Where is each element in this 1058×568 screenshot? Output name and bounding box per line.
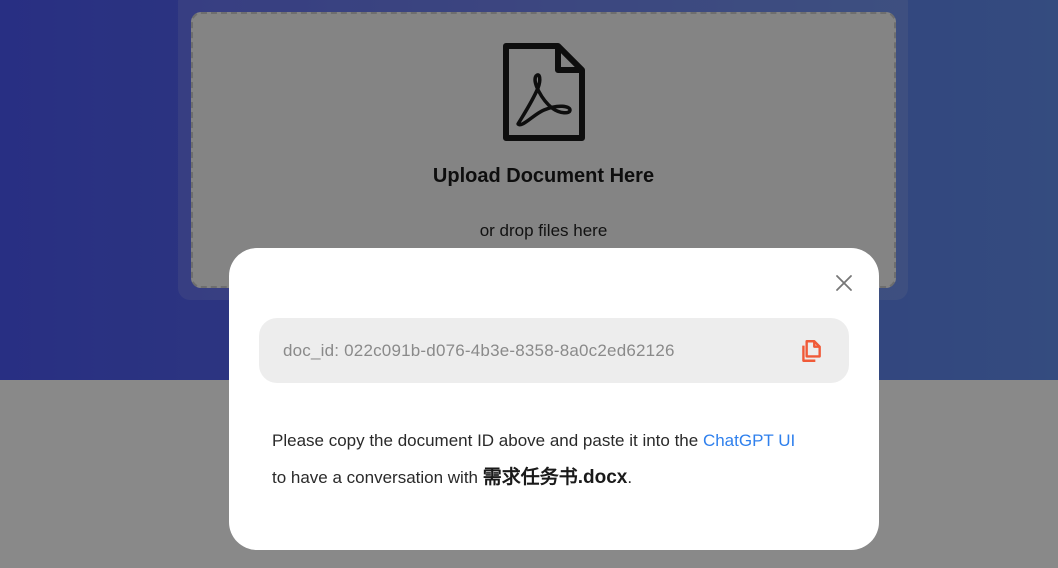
close-icon	[836, 275, 852, 291]
instruction-message: Please copy the document ID above and pa…	[272, 422, 852, 496]
page: Upload Document Here or drop files here …	[0, 0, 1058, 568]
document-name: 需求任务书.docx	[482, 467, 628, 488]
copy-button[interactable]	[797, 337, 825, 365]
close-button[interactable]	[829, 268, 859, 298]
copy-icon	[802, 339, 821, 362]
message-end: .	[627, 468, 633, 487]
doc-id-field: doc_id: 022c091b-d076-4b3e-8358-8a0c2ed6…	[259, 318, 849, 383]
document-id-modal: doc_id: 022c091b-d076-4b3e-8358-8a0c2ed6…	[229, 248, 879, 550]
message-text: Please copy the document ID above and pa…	[272, 431, 703, 450]
message-text-2: to have a conversation with	[272, 468, 483, 487]
chatgpt-ui-link[interactable]: ChatGPT UI	[703, 431, 795, 450]
doc-id-text: doc_id: 022c091b-d076-4b3e-8358-8a0c2ed6…	[283, 340, 675, 360]
